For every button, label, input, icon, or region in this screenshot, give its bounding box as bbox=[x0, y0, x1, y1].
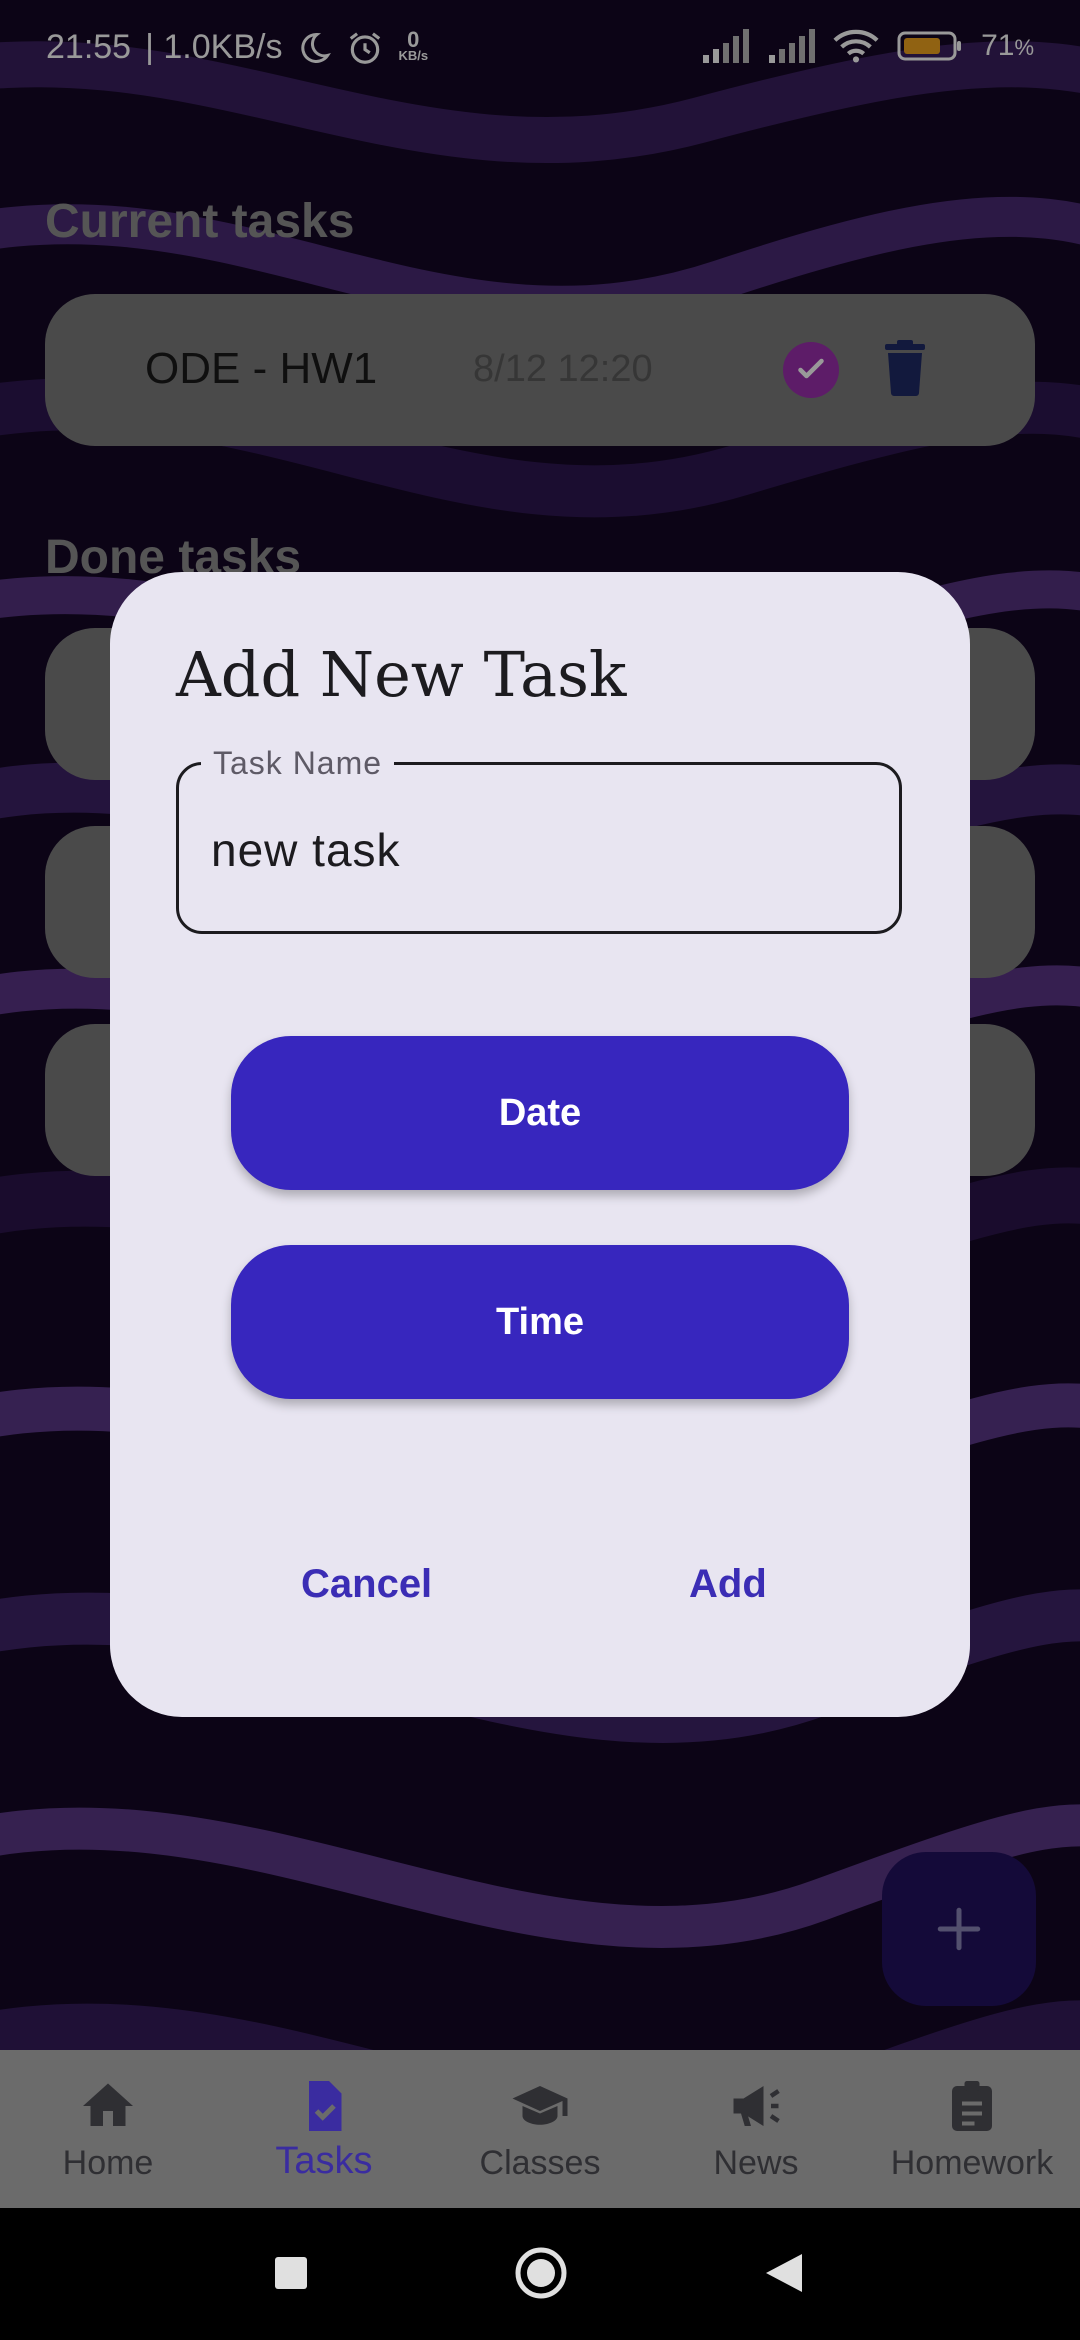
home-icon bbox=[83, 2083, 133, 2126]
nav-classes-label: Classes bbox=[479, 2144, 601, 2182]
date-button[interactable]: Date bbox=[231, 1036, 849, 1190]
nav-home-label: Home bbox=[62, 2144, 154, 2182]
task-name-label: Task Name bbox=[201, 745, 395, 782]
add-task-dialog: Add New Task Task Name new task Date Tim… bbox=[110, 572, 970, 1717]
screen: 21:55 | 1.0KB/s 0 KB/s 71% Current tasks… bbox=[0, 0, 1080, 2340]
task-check-icon bbox=[309, 2081, 342, 2131]
nav-homework-label: Homework bbox=[890, 2144, 1054, 2182]
nav-classes[interactable]: Classes bbox=[432, 2050, 648, 2208]
time-button[interactable]: Time bbox=[231, 1245, 849, 1399]
nav-tasks[interactable]: Tasks bbox=[216, 2050, 432, 2208]
graduation-cap-icon bbox=[512, 2086, 568, 2125]
nav-homework[interactable]: Homework bbox=[864, 2050, 1080, 2208]
task-name-field[interactable]: Task Name new task bbox=[176, 745, 902, 934]
bottom-nav: Home Tasks Classes News Homework bbox=[0, 2050, 1080, 2208]
task-name-input[interactable]: new task bbox=[211, 823, 401, 877]
home-circle-icon[interactable] bbox=[514, 2246, 568, 2300]
recents-icon[interactable] bbox=[274, 2256, 308, 2290]
add-button[interactable]: Add bbox=[689, 1562, 767, 1607]
cancel-button[interactable]: Cancel bbox=[301, 1562, 432, 1607]
nav-news-label: News bbox=[713, 2144, 799, 2182]
clipboard-icon bbox=[952, 2081, 992, 2131]
back-icon[interactable] bbox=[764, 2252, 804, 2294]
nav-news[interactable]: News bbox=[648, 2050, 864, 2208]
dialog-title: Add New Task bbox=[176, 638, 627, 711]
nav-tasks-label: Tasks bbox=[275, 2140, 373, 2182]
system-nav-bar bbox=[0, 2208, 1080, 2340]
megaphone-icon bbox=[733, 2086, 780, 2126]
nav-home[interactable]: Home bbox=[0, 2050, 216, 2208]
